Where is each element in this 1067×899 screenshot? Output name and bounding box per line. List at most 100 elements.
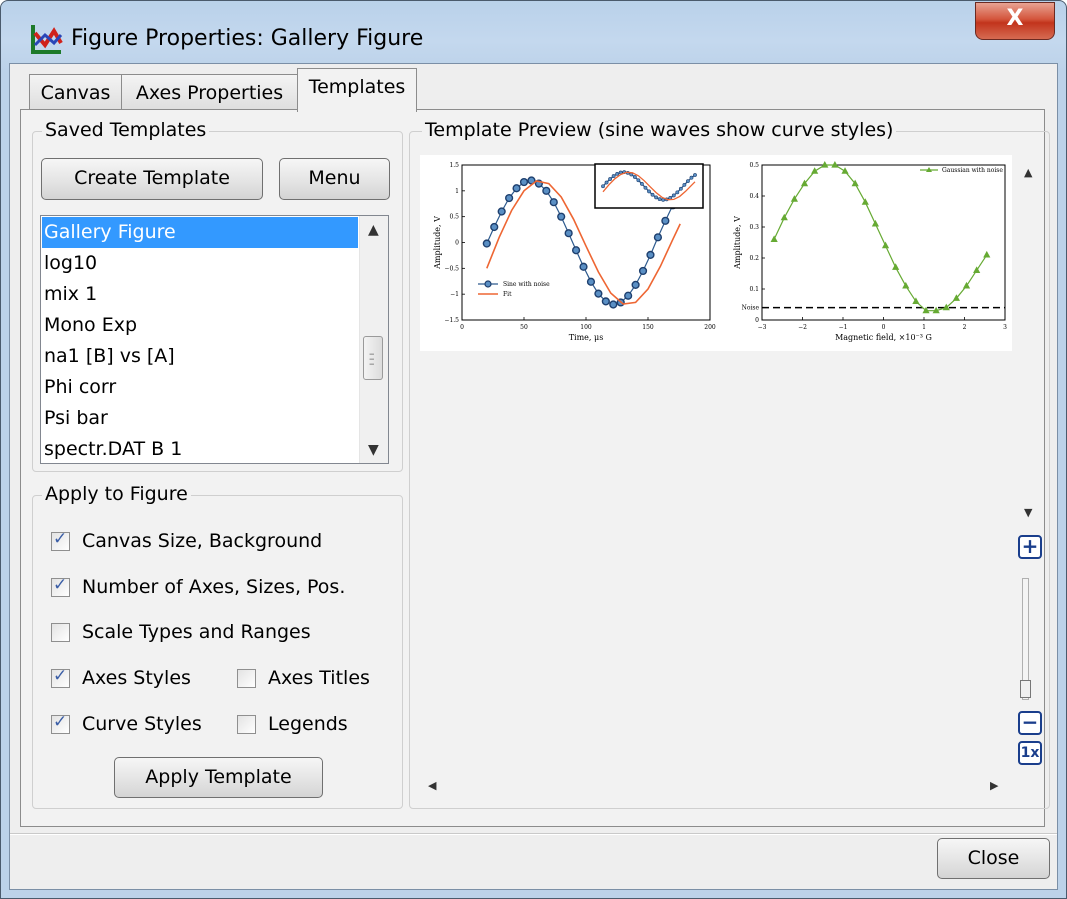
x-tick-label: 3 bbox=[1003, 324, 1007, 331]
legends-checkbox[interactable] bbox=[237, 715, 256, 734]
inset-data-point bbox=[686, 179, 690, 184]
x-tick-label: 150 bbox=[642, 324, 654, 331]
data-point bbox=[841, 167, 849, 174]
data-point bbox=[482, 239, 491, 248]
zoom-in-button[interactable]: + bbox=[1018, 535, 1042, 559]
y-tick-label: 0 bbox=[455, 240, 459, 247]
tab-label: Axes Properties bbox=[135, 82, 284, 104]
menu-button[interactable]: Menu bbox=[279, 158, 390, 200]
data-point bbox=[638, 266, 648, 276]
inset-data-point bbox=[632, 175, 637, 179]
y-tick-label: 1.5 bbox=[449, 162, 459, 169]
axes-titles-label: Axes Titles bbox=[268, 667, 370, 689]
preview-scroll-down-icon[interactable]: ▼ bbox=[1024, 506, 1032, 519]
gaussian-chart: −3 −2 −1 0 1 2 3 0.5 0.4 0.3 0.2 0.1 0 Magnetic field… bbox=[733, 161, 1007, 342]
checkmark-icon: ✓ bbox=[53, 712, 68, 732]
scale-types-checkbox[interactable] bbox=[51, 623, 70, 642]
data-point bbox=[497, 207, 506, 216]
data-point bbox=[902, 281, 910, 289]
zoom-out-button[interactable]: − bbox=[1018, 711, 1042, 735]
data-point bbox=[770, 235, 778, 242]
x-axis-label: Magnetic field, ×10⁻³ G bbox=[835, 333, 932, 342]
data-point bbox=[653, 233, 663, 242]
list-item[interactable]: Mono Exp bbox=[42, 310, 358, 341]
inset-data-point bbox=[608, 177, 612, 181]
data-point bbox=[542, 186, 551, 195]
curve-styles-checkbox[interactable]: ✓ bbox=[51, 712, 70, 734]
zoom-slider-thumb[interactable] bbox=[1020, 680, 1031, 698]
y-tick-label: −1 bbox=[450, 291, 459, 298]
inset-data-point bbox=[640, 182, 644, 186]
list-item[interactable]: Phi corr bbox=[42, 372, 358, 403]
tab-label: Canvas bbox=[40, 82, 111, 104]
data-point bbox=[811, 167, 819, 174]
x-tick-label: 1 bbox=[922, 324, 926, 331]
close-window-button[interactable]: X bbox=[975, 2, 1055, 40]
y-tick-label: 0.5 bbox=[449, 214, 459, 221]
tab-canvas[interactable]: Canvas bbox=[29, 74, 122, 110]
create-template-label: Create Template bbox=[74, 167, 230, 189]
templates-list[interactable]: Gallery Figure log10 mix 1 Mono Exp na1 … bbox=[40, 215, 389, 464]
y-tick-label: 0.4 bbox=[749, 193, 759, 200]
list-item[interactable]: na1 [B] vs [A] bbox=[42, 341, 358, 372]
data-point bbox=[624, 291, 633, 300]
apply-template-label: Apply Template bbox=[145, 766, 292, 788]
list-item[interactable]: mix 1 bbox=[42, 279, 358, 310]
tab-templates[interactable]: Templates bbox=[297, 68, 417, 112]
data-point bbox=[586, 277, 596, 286]
list-item[interactable]: spectr.DAT B 1 bbox=[42, 434, 358, 463]
inset-data-point bbox=[654, 195, 658, 200]
y-axis-label: Amplitude, V bbox=[433, 216, 442, 270]
preview-scroll-up-icon[interactable]: ▲ bbox=[1024, 166, 1032, 179]
x-tick-label: 50 bbox=[520, 324, 528, 331]
preview-scroll-left-icon[interactable]: ◀ bbox=[428, 779, 436, 792]
inset-data-point bbox=[643, 185, 648, 190]
apply-template-button[interactable]: Apply Template bbox=[114, 757, 323, 798]
x-axis-label: Time, μs bbox=[569, 333, 604, 342]
inset-data-point bbox=[650, 192, 655, 197]
data-point bbox=[821, 161, 829, 168]
window-title: Figure Properties: Gallery Figure bbox=[71, 26, 424, 51]
axes-styles-checkbox[interactable]: ✓ bbox=[51, 666, 70, 688]
inset-data-point bbox=[636, 178, 641, 183]
preview-scroll-right-icon[interactable]: ▶ bbox=[990, 779, 998, 792]
list-item[interactable]: Psi bar bbox=[42, 403, 358, 434]
legend-marker bbox=[484, 280, 492, 288]
checkmark-icon: ✓ bbox=[53, 666, 68, 686]
checkmark-icon: ✓ bbox=[53, 575, 68, 595]
inset-data-point bbox=[611, 174, 616, 178]
list-item[interactable]: Gallery Figure bbox=[42, 217, 358, 248]
data-point bbox=[490, 222, 499, 232]
list-scroll-thumb[interactable]: – – – bbox=[363, 336, 383, 380]
inset-data-point bbox=[693, 173, 697, 177]
y-tick-label: 0.5 bbox=[749, 162, 759, 169]
canvas-size-checkbox[interactable]: ✓ bbox=[51, 529, 70, 551]
data-point bbox=[861, 198, 869, 205]
data-point bbox=[594, 289, 603, 298]
axes-titles-checkbox[interactable] bbox=[237, 669, 256, 688]
scroll-up-icon[interactable]: ▲ bbox=[368, 222, 379, 238]
zoom-reset-button[interactable]: 1x bbox=[1018, 741, 1042, 765]
data-point bbox=[983, 250, 991, 258]
preview-image: 0 50 100 150 200 1.5 1 0.5 0 −0.5 −1 −1.5 Time, μs Am… bbox=[420, 155, 1012, 351]
curve-styles-label: Curve Styles bbox=[82, 713, 202, 735]
data-point bbox=[549, 198, 558, 207]
data-point bbox=[831, 161, 839, 168]
saved-templates-title: Saved Templates bbox=[42, 119, 210, 141]
list-item[interactable]: log10 bbox=[42, 248, 358, 279]
inset-data-point bbox=[682, 182, 687, 187]
create-template-button[interactable]: Create Template bbox=[41, 158, 263, 200]
data-point bbox=[892, 263, 900, 270]
inset-data-point bbox=[647, 189, 651, 194]
list-scrollbar[interactable]: ▲ – – – ▼ bbox=[359, 216, 388, 463]
y-axis-label: Amplitude, V bbox=[733, 216, 742, 270]
x-tick-label: 2 bbox=[963, 324, 967, 331]
inset-data-point bbox=[689, 175, 694, 180]
menu-label: Menu bbox=[308, 167, 361, 189]
tab-axes-properties[interactable]: Axes Properties bbox=[121, 74, 298, 110]
scroll-down-icon[interactable]: ▼ bbox=[368, 442, 379, 458]
number-of-axes-checkbox[interactable]: ✓ bbox=[51, 575, 70, 597]
y-tick-label: 0.3 bbox=[749, 224, 759, 231]
inset-data-point bbox=[671, 193, 676, 198]
close-button[interactable]: Close bbox=[937, 838, 1050, 879]
